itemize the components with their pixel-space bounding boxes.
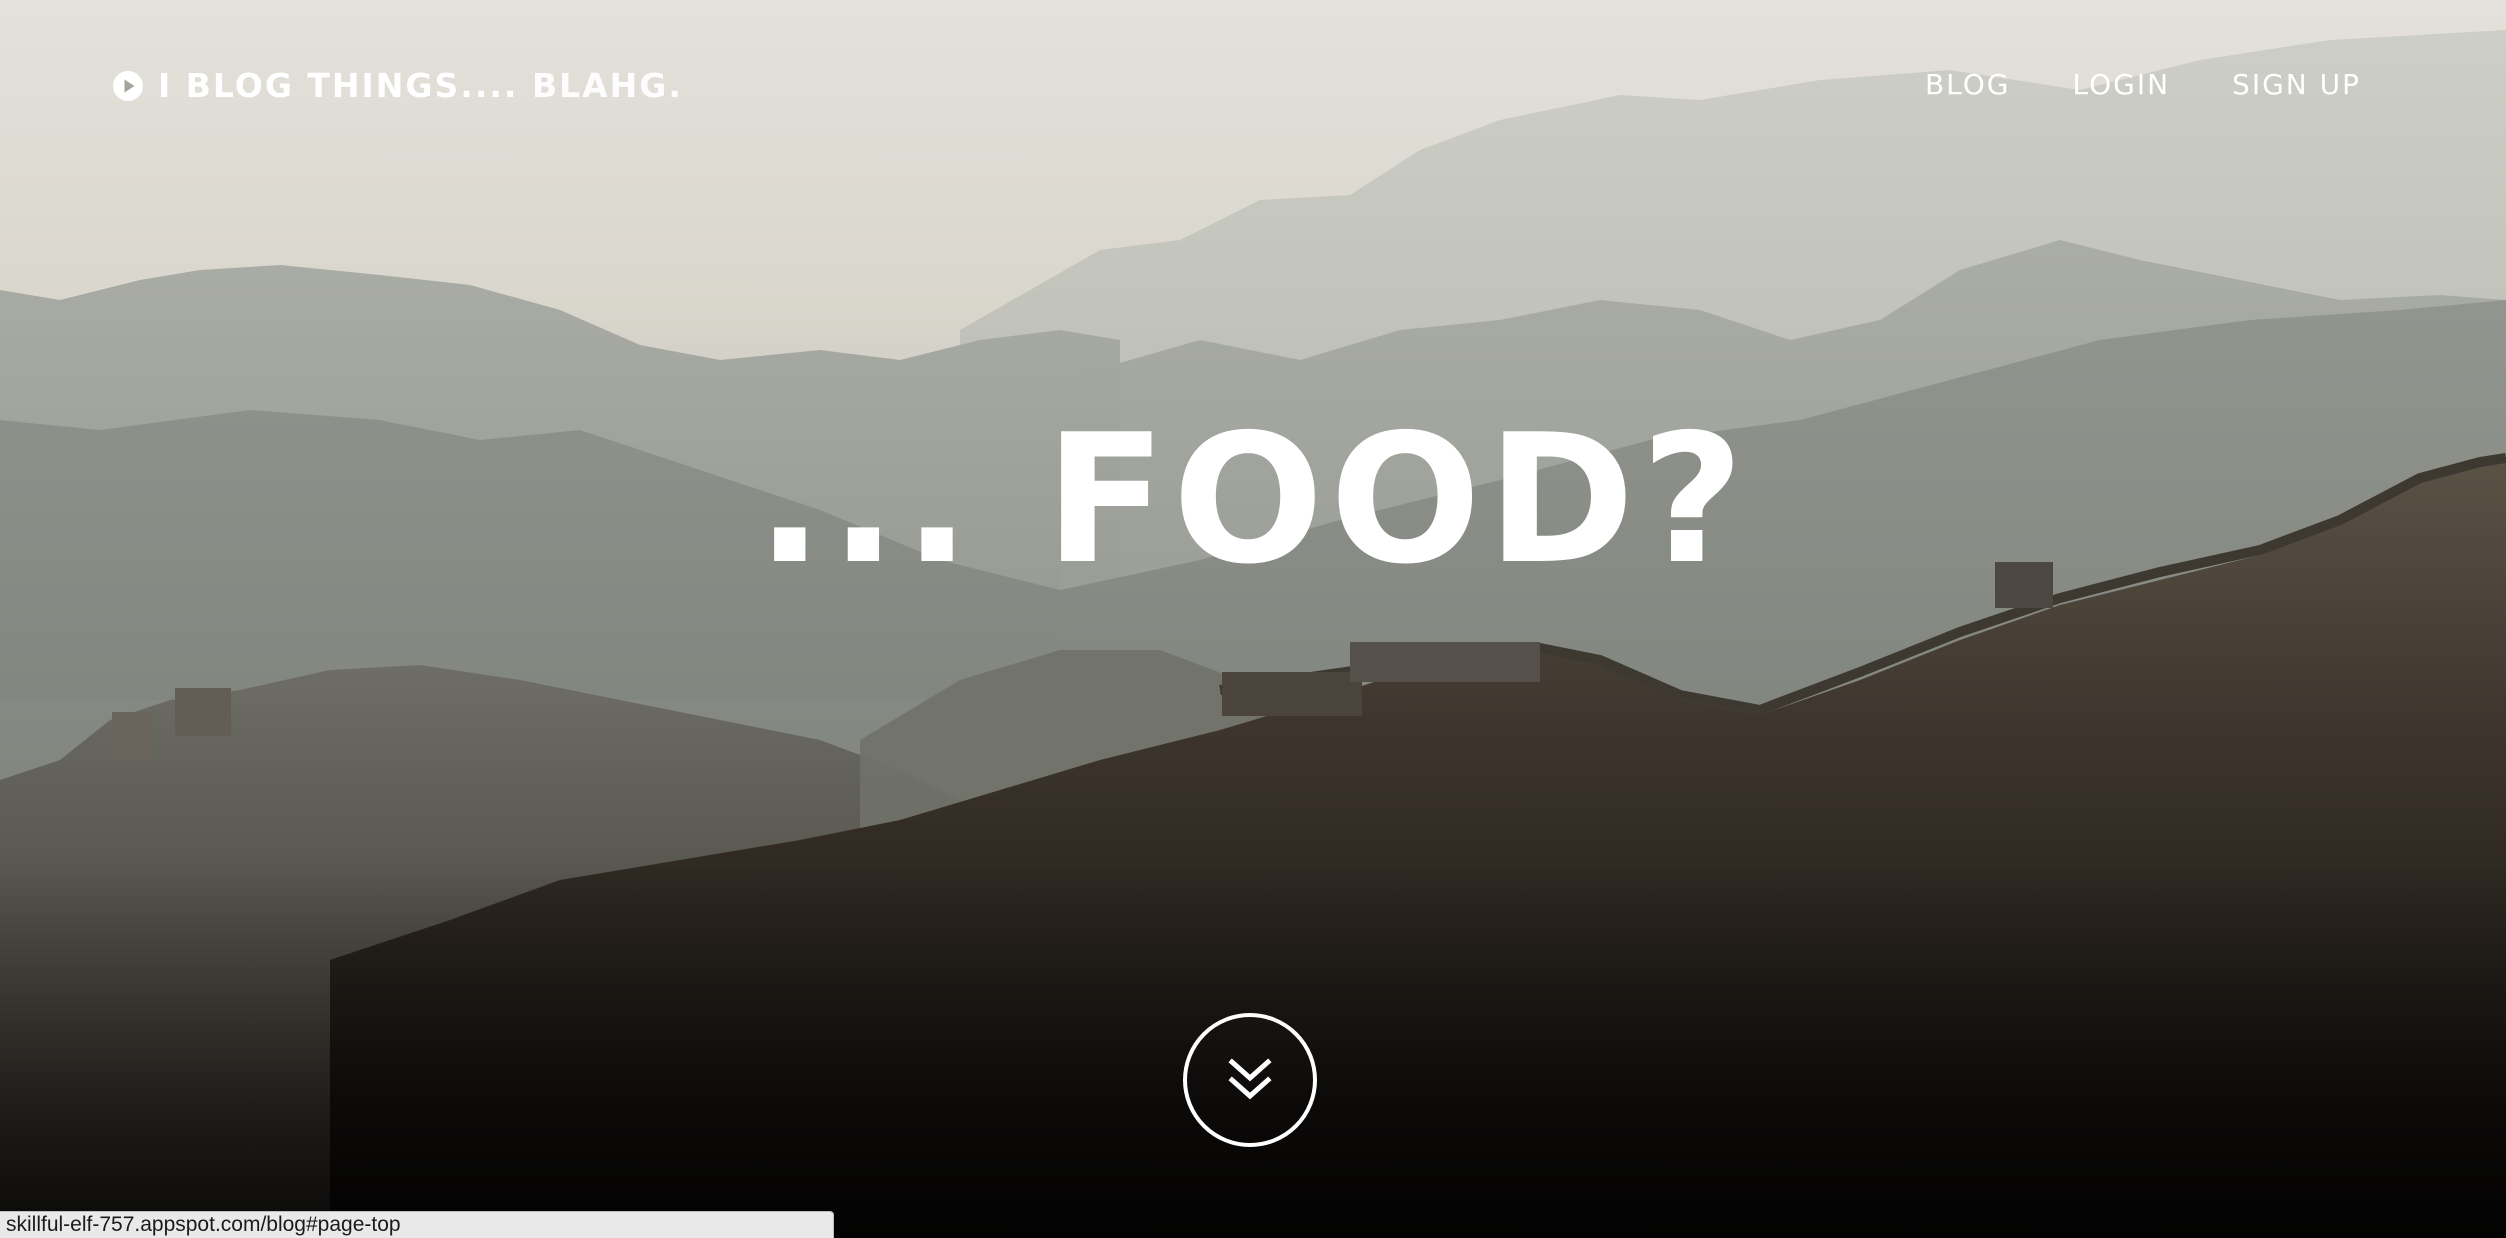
scroll-down-button[interactable] xyxy=(1183,1013,1317,1147)
browser-status-bar: skillful-elf-757.appspot.com/blog#page-t… xyxy=(0,1211,834,1238)
navbar: I BLOG THINGS.... BLAHG. BLOG LOGIN SIGN… xyxy=(0,0,2506,175)
nav-signup-link[interactable]: SIGN UP xyxy=(2232,68,2361,101)
hero-section: I BLOG THINGS.... BLAHG. BLOG LOGIN SIGN… xyxy=(0,0,2506,1238)
hero-headline: ... FOOD? xyxy=(755,396,1751,603)
brand-title: I BLOG THINGS.... BLAHG. xyxy=(158,66,683,105)
nav-menu: BLOG LOGIN SIGN UP xyxy=(1925,68,2361,101)
nav-blog-link[interactable]: BLOG xyxy=(1925,68,2011,101)
nav-login-link[interactable]: LOGIN xyxy=(2073,68,2171,101)
play-circle-icon xyxy=(113,70,143,101)
double-chevron-down-icon xyxy=(1228,1058,1272,1100)
brand-link[interactable]: I BLOG THINGS.... BLAHG. xyxy=(112,66,683,105)
